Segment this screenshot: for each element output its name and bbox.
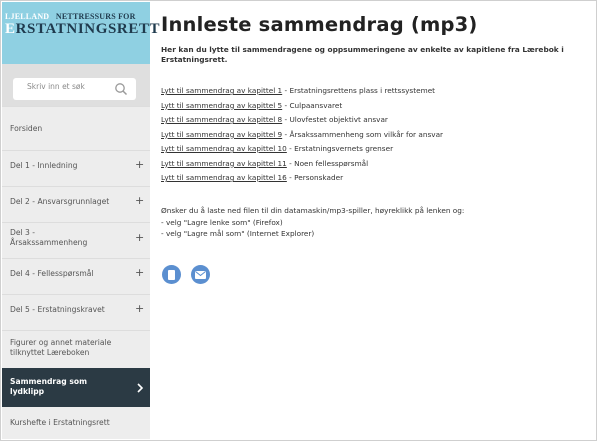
download-info-line: Ønsker du å laste ned filen til din data… [161,206,465,215]
chevron-right-icon [137,383,144,393]
sidebar-item-label: Figurer og annet materiale tilknyttet Læ… [10,338,112,357]
search-area: Skriv inn et søk [2,64,150,106]
print-button[interactable] [162,265,181,284]
sidebar-item-label: Del 5 - Erstatningskravet [10,305,105,314]
main-content: Innleste sammendrag (mp3) Her kan du lyt… [159,2,591,439]
sidebar-item-label: Del 3 - Årsakssammenheng [10,228,88,247]
sidebar-item-del-5[interactable]: Del 5 - Erstatningskravet + [2,294,150,330]
chapter-11-audio-link[interactable]: Lytt til sammendrag av kapittel 11 [161,159,287,168]
logo-title-part2: RSTATNINGSRETT [15,21,161,37]
expand-plus-icon[interactable]: + [135,303,144,314]
sidebar: LJELLAND NETTRESSURS FOR ERSTATNINGSRETT… [2,2,160,439]
link-description: - Årsakssammenheng som vilkår for ansvar [282,129,444,139]
list-item: Lytt til sammendrag av kapittel 16 - Per… [161,173,591,188]
chapter-9-audio-link[interactable]: Lytt til sammendrag av kapittel 9 [161,130,282,139]
sidebar-item-sammendrag[interactable]: Sammendrag som lydklipp [2,368,150,407]
sidebar-item-kurshefte[interactable]: Kurshefte i Erstatningsrett [2,407,150,439]
sidebar-item-label: Kurshefte i Erstatningsrett [10,418,110,427]
page-frame: LJELLAND NETTRESSURS FOR ERSTATNINGSRETT… [0,0,597,441]
sidebar-item-label: Del 4 - Fellesspørsmål [10,269,94,278]
download-info-line: - velg "Lagre lenke som" (Firefox) [161,217,283,227]
intro-text: Her kan du lytte til sammendragene og op… [161,45,564,64]
list-item: Lytt til sammendrag av kapittel 9 - Årsa… [161,130,591,145]
page-title: Innleste sammendrag (mp3) [161,13,478,36]
expand-plus-icon[interactable]: + [135,232,144,243]
logo-tagline-part1: LJELLAND [5,12,50,21]
logo-tagline-part2: NETTRESSURS FOR [55,12,136,21]
link-description: - Erstatningsrettens plass i rettssystem… [282,86,436,95]
link-description: - Ulovfestet objektivt ansvar [282,115,388,124]
list-item: Lytt til sammendrag av kapittel 10 - Ers… [161,144,591,159]
expand-plus-icon[interactable]: + [135,195,144,206]
sidebar-item-label: Sammendrag som lydklipp [10,377,88,396]
link-description: - Erstatningsvernets grenser [286,144,394,153]
expand-plus-icon[interactable]: + [135,159,144,170]
link-description: - Personskader [286,173,344,182]
download-instructions: Ønsker du å laste ned filen til din data… [161,206,591,241]
sidebar-item-del-1[interactable]: Del 1 - Innledning + [2,150,150,186]
sidebar-item-label: Forsiden [10,124,43,133]
search-placeholder: Skriv inn et søk [27,82,85,91]
sidebar-item-del-4[interactable]: Del 4 - Fellesspørsmål + [2,258,150,294]
logo-title-part1: E [5,21,16,37]
search-input[interactable]: Skriv inn et søk [13,78,136,100]
site-logo[interactable]: LJELLAND NETTRESSURS FOR ERSTATNINGSRETT [2,2,160,64]
list-item: Lytt til sammendrag av kapittel 1 - Erst… [161,86,591,101]
list-item: Lytt til sammendrag av kapittel 11 - Noe… [161,159,591,174]
link-description: - Culpaansvaret [282,100,343,110]
sidebar-item-del-3[interactable]: Del 3 - Årsakssammenheng + [2,222,150,258]
logo-title: ERSTATNINGSRETT [5,21,160,38]
list-item: Lytt til sammendrag av kapittel 8 - Ulov… [161,115,591,130]
sidebar-item-label: Del 2 - Ansvarsgrunnlaget [10,197,110,206]
sidebar-item-figurer[interactable]: Figurer og annet materiale tilknyttet Læ… [2,330,150,368]
download-info-line: - velg "Lagre mål som" (Internet Explore… [161,229,315,238]
email-icon [195,271,206,279]
email-button[interactable] [191,265,210,284]
audio-links-list: Lytt til sammendrag av kapittel 1 - Erst… [161,86,591,188]
search-icon[interactable] [114,82,128,96]
chapter-1-audio-link[interactable]: Lytt til sammendrag av kapittel 1 [161,86,282,95]
expand-plus-icon[interactable]: + [135,267,144,278]
sidebar-item-label: Del 1 - Innledning [10,161,78,170]
link-description: - Noen fellesspørsmål [286,158,369,168]
list-item: Lytt til sammendrag av kapittel 5 - Culp… [161,101,591,116]
sidebar-item-del-2[interactable]: Del 2 - Ansvarsgrunnlaget + [2,186,150,222]
chapter-10-audio-link[interactable]: Lytt til sammendrag av kapittel 10 [161,144,287,153]
logo-tagline: LJELLAND NETTRESSURS FOR [5,12,147,21]
chapter-8-audio-link[interactable]: Lytt til sammendrag av kapittel 8 [161,115,282,124]
chapter-5-audio-link[interactable]: Lytt til sammendrag av kapittel 5 [161,101,282,110]
sidebar-item-forsiden[interactable]: Forsiden [2,106,150,150]
chapter-16-audio-link[interactable]: Lytt til sammendrag av kapittel 16 [161,173,287,182]
print-icon [168,270,175,280]
